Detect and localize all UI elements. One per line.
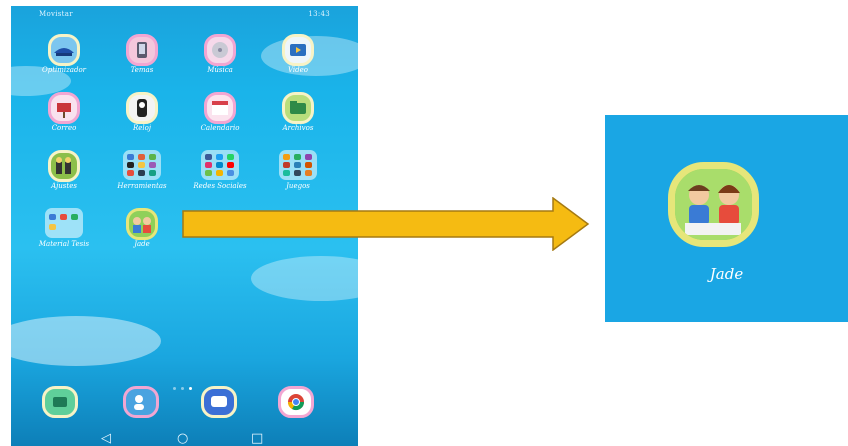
app-label: Material Tesis <box>38 240 90 248</box>
jade-app-icon <box>126 208 158 240</box>
app-label: Jade <box>134 240 150 248</box>
pointer-arrow <box>182 197 590 251</box>
page-dot[interactable] <box>181 387 184 390</box>
app-musica[interactable]: Música <box>180 34 260 90</box>
optimizer-icon <box>48 34 80 66</box>
page-indicator <box>173 375 197 394</box>
recent-apps-button[interactable]: □ <box>251 432 263 446</box>
calendar-icon <box>204 92 236 124</box>
background-cloud <box>11 316 161 366</box>
contacts-icon[interactable] <box>123 386 159 418</box>
status-time: 13:43 <box>308 10 330 18</box>
files-icon <box>282 92 314 124</box>
thesis-folder-icon <box>45 208 83 238</box>
back-button[interactable]: ◁ <box>101 432 111 446</box>
app-label: Ajustes <box>51 182 77 190</box>
browser-icon[interactable] <box>278 386 314 418</box>
app-video[interactable]: Video <box>258 34 338 90</box>
app-label: Redes Sociales <box>193 182 247 190</box>
app-label: Herramientas <box>117 182 167 190</box>
zoomed-app-panel: Jade <box>605 115 848 322</box>
carrier-label: Movistar <box>39 10 73 18</box>
app-label: Video <box>287 66 308 74</box>
music-icon <box>204 34 236 66</box>
page-dot-current[interactable] <box>189 387 192 390</box>
zoomed-app-label: Jade <box>709 265 744 283</box>
mail-icon <box>48 92 80 124</box>
app-jade[interactable]: Jade <box>102 208 182 264</box>
themes-icon <box>126 34 158 66</box>
app-label: Archivos <box>282 124 314 132</box>
app-optimizador[interactable]: Optimizador <box>24 34 104 90</box>
app-reloj[interactable]: Reloj <box>102 92 182 148</box>
app-label: Música <box>207 66 233 74</box>
games-folder-icon <box>279 150 317 180</box>
app-calendario[interactable]: Calendario <box>180 92 260 148</box>
app-ajustes[interactable]: Ajustes <box>24 150 104 206</box>
phone-icon[interactable] <box>42 386 78 418</box>
app-label: Optimizador <box>41 66 87 74</box>
app-correo[interactable]: Correo <box>24 92 104 148</box>
navigation-bar: ◁ ○ □ <box>11 432 358 446</box>
jade-app-icon[interactable] <box>668 162 759 247</box>
clock-icon <box>126 92 158 124</box>
background-cloud <box>251 256 358 301</box>
app-label: Calendario <box>200 124 240 132</box>
folder-herramientas[interactable]: Herramientas <box>102 150 182 206</box>
messages-icon[interactable] <box>201 386 237 418</box>
app-label: Reloj <box>132 124 152 132</box>
app-label: Correo <box>51 124 77 132</box>
settings-icon <box>48 150 80 182</box>
app-label: Juegos <box>286 182 310 190</box>
app-archivos[interactable]: Archivos <box>258 92 338 148</box>
social-folder-icon <box>201 150 239 180</box>
video-icon <box>282 34 314 66</box>
status-bar: Movistar 13:43 <box>11 6 358 22</box>
app-temas[interactable]: Temas <box>102 34 182 90</box>
page-dot[interactable] <box>173 387 176 390</box>
home-button[interactable]: ○ <box>177 432 188 446</box>
app-label: Temas <box>130 66 154 74</box>
folder-material-tesis[interactable]: Material Tesis <box>24 208 104 264</box>
tools-folder-icon <box>123 150 161 180</box>
